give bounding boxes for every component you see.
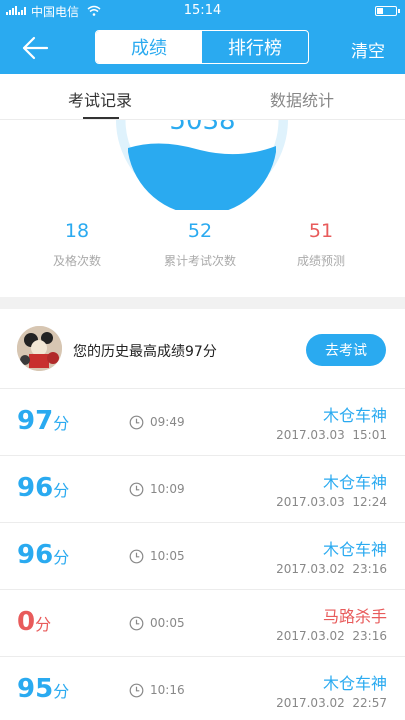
record-duration: 10:09 (150, 482, 185, 496)
records-list: 97分 09:49 木仓车神 2017.03.03 15:01 96分 10:09 木仓车神… (0, 389, 405, 720)
record-duration: 10:16 (150, 683, 185, 697)
header: 中国电信 15:14 成绩 排行榜 清空 (0, 0, 405, 74)
back-button[interactable] (20, 33, 50, 63)
score-unit: 分 (35, 615, 52, 634)
score-unit: 分 (53, 481, 70, 500)
record-date: 2017.03.02 22:57 (276, 696, 387, 710)
app-screen: 中国电信 15:14 成绩 排行榜 清空 考试记录 数据统计 5038 18 及… (0, 0, 405, 720)
stat-label: 及格次数 (52, 254, 101, 268)
record-score: 97分 (17, 406, 69, 436)
score-value: 96 (17, 473, 54, 503)
stat-pass-count: 18 及格次数 (22, 220, 132, 269)
clock-icon (129, 482, 144, 497)
record-row[interactable]: 95分 10:16 木仓车神 2017.03.02 22:57 (0, 657, 405, 720)
clear-button[interactable]: 清空 (351, 37, 385, 62)
stat-label: 累计考试次数 (163, 254, 236, 268)
segment-control: 成绩 排行榜 (95, 30, 309, 64)
record-date: 2017.03.03 12:24 (276, 495, 387, 509)
stat-label: 成绩预测 (296, 254, 345, 268)
record-date: 2017.03.03 15:01 (276, 428, 387, 442)
tab-ranking[interactable]: 排行榜 (202, 31, 308, 63)
score-value: 0 (17, 607, 36, 637)
record-user-name: 马路杀手 (322, 607, 387, 626)
record-score: 96分 (17, 473, 69, 503)
record-duration: 09:49 (150, 415, 185, 429)
tab-exam-records[interactable]: 考试记录 (68, 87, 132, 111)
record-date: 2017.03.02 23:16 (276, 562, 387, 576)
record-row[interactable]: 97分 09:49 木仓车神 2017.03.03 15:01 (0, 389, 405, 456)
stat-total-exams: 52 累计考试次数 (145, 220, 255, 269)
status-time: 15:14 (183, 3, 222, 18)
record-row[interactable]: 96分 10:09 木仓车神 2017.03.03 12:24 (0, 456, 405, 523)
record-score: 96分 (17, 540, 69, 570)
avatar-image (17, 326, 62, 371)
clock-icon (129, 683, 144, 698)
section-divider (0, 297, 405, 309)
record-score: 0分 (17, 607, 51, 637)
stat-value: 51 (308, 220, 334, 242)
status-bar: 中国电信 15:14 (0, 0, 405, 22)
active-tab-indicator (83, 117, 119, 119)
best-score-text: 您的历史最高成绩97分 (73, 344, 217, 360)
record-user-name: 木仓车神 (322, 674, 387, 693)
score-gauge: 5038 (0, 120, 405, 210)
stat-value: 18 (64, 220, 90, 242)
clock-icon (129, 616, 144, 631)
record-user-name: 木仓车神 (322, 406, 387, 425)
gauge-value: 5038 (169, 120, 236, 136)
score-value: 96 (17, 540, 54, 570)
score-unit: 分 (53, 414, 70, 433)
battery-icon (375, 6, 400, 16)
go-exam-button[interactable]: 去考试 (306, 334, 386, 366)
avatar (17, 326, 62, 371)
stat-value: 52 (187, 220, 213, 242)
record-date: 2017.03.02 23:16 (276, 629, 387, 643)
score-unit: 分 (53, 548, 70, 567)
score-value: 95 (17, 674, 54, 704)
score-value: 97 (17, 406, 54, 436)
stats-row: 18 及格次数 52 累计考试次数 51 成绩预测 (0, 220, 405, 290)
clock-icon (129, 415, 144, 430)
stat-score-prediction: 51 成绩预测 (266, 220, 376, 269)
record-duration: 10:05 (150, 549, 185, 563)
record-user-name: 木仓车神 (322, 473, 387, 492)
record-row[interactable]: 96分 10:05 木仓车神 2017.03.02 23:16 (0, 523, 405, 590)
sub-tabs: 考试记录 数据统计 (0, 74, 405, 120)
record-duration: 00:05 (150, 616, 185, 630)
record-row[interactable]: 0分 00:05 马路杀手 2017.03.02 23:16 (0, 590, 405, 657)
tab-score[interactable]: 成绩 (96, 31, 202, 63)
clock-icon (129, 549, 144, 564)
record-score: 95分 (17, 674, 69, 704)
score-unit: 分 (53, 682, 70, 701)
record-user-name: 木仓车神 (322, 540, 387, 559)
tab-data-statistics[interactable]: 数据统计 (270, 87, 334, 111)
best-score-row: 您的历史最高成绩97分 去考试 (0, 309, 405, 389)
